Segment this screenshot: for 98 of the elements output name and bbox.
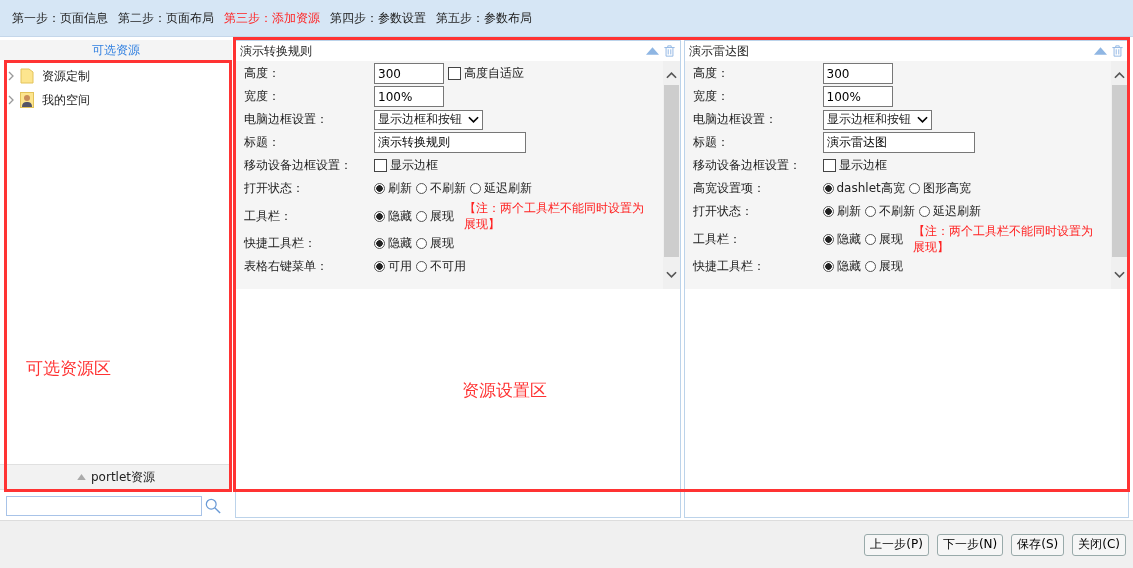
folder-icon bbox=[20, 68, 34, 84]
panel-title: 演示雷达图 bbox=[688, 42, 749, 60]
radio-label: 刷新 bbox=[836, 203, 861, 220]
field-label: 电脑边框设置： bbox=[692, 111, 778, 128]
radio-button[interactable] bbox=[374, 210, 385, 222]
up-triangle-icon bbox=[77, 474, 86, 480]
scroll-up-icon[interactable] bbox=[1114, 71, 1125, 79]
radio-button[interactable] bbox=[822, 206, 834, 217]
step-link[interactable]: 第二步：页面布局 bbox=[118, 9, 214, 27]
field-label: 宽度： bbox=[692, 88, 730, 105]
checkbox[interactable] bbox=[448, 67, 461, 80]
field-label: 快捷工具栏： bbox=[692, 258, 766, 275]
radio-label: 展现 bbox=[878, 258, 903, 275]
action-button[interactable]: 下一步(N) bbox=[936, 533, 1004, 556]
radio-label: 展现 bbox=[430, 207, 454, 225]
radio-label: 不刷新 bbox=[430, 180, 466, 197]
step-link[interactable]: 第四步：参数设置 bbox=[330, 9, 426, 27]
field-label: 标题： bbox=[244, 134, 281, 151]
checkbox-label: 显示边框 bbox=[390, 157, 438, 174]
scroll-down-icon[interactable] bbox=[1114, 271, 1125, 279]
search-icon[interactable] bbox=[205, 498, 221, 514]
radio-label: 可用 bbox=[388, 258, 412, 275]
radio-label: 刷新 bbox=[388, 180, 412, 197]
action-button[interactable]: 上一步(P) bbox=[864, 533, 929, 556]
radio-label: 隐藏 bbox=[836, 230, 861, 248]
radio-button[interactable] bbox=[416, 261, 427, 272]
text-field[interactable]: 300 bbox=[822, 63, 893, 84]
radio-button[interactable] bbox=[470, 183, 481, 194]
tree-item[interactable]: 我的空间 bbox=[8, 88, 90, 112]
field-label: 打开状态： bbox=[244, 180, 305, 197]
radio-button[interactable] bbox=[864, 261, 876, 272]
radio-button[interactable] bbox=[416, 183, 427, 194]
field-label: 工具栏： bbox=[244, 207, 293, 225]
field-label: 宽度： bbox=[244, 88, 281, 105]
field-label: 高度： bbox=[244, 65, 281, 82]
warning-note: 【注：两个工具栏不能同时设置为展现】 bbox=[464, 200, 645, 232]
annotation-label: 可选资源区 bbox=[26, 357, 111, 380]
field-label: 高度： bbox=[692, 65, 730, 82]
annotation-label: 资源设置区 bbox=[462, 379, 547, 402]
step-link[interactable]: 第五步：参数布局 bbox=[436, 9, 532, 27]
radio-label: 延迟刷新 bbox=[484, 180, 532, 197]
text-field[interactable]: 300 bbox=[374, 63, 444, 84]
warning-note: 【注：两个工具栏不能同时设置为展现】 bbox=[912, 223, 1094, 255]
field-label: 工具栏： bbox=[692, 230, 742, 248]
step-link[interactable]: 第一步：页面信息 bbox=[12, 9, 108, 27]
radio-button[interactable] bbox=[374, 238, 385, 249]
scroll-up-icon[interactable] bbox=[665, 71, 677, 79]
radio-label: 隐藏 bbox=[388, 235, 412, 252]
scroll-down-icon[interactable] bbox=[665, 271, 677, 279]
radio-button[interactable] bbox=[822, 183, 834, 194]
radio-label: 不可用 bbox=[430, 258, 466, 275]
field-label: 快捷工具栏： bbox=[244, 235, 317, 252]
field-label: 表格右键菜单： bbox=[244, 258, 329, 275]
scrollbar[interactable] bbox=[662, 61, 680, 289]
radio-label: 展现 bbox=[430, 235, 454, 252]
field-label: 标题： bbox=[692, 134, 730, 151]
checkbox[interactable] bbox=[822, 159, 836, 172]
field-label: 移动设备边框设置： bbox=[244, 157, 353, 174]
user-icon bbox=[20, 92, 34, 108]
radio-label: 展现 bbox=[878, 230, 903, 248]
radio-button[interactable] bbox=[822, 233, 834, 245]
field-label: 高宽设置项： bbox=[692, 180, 766, 197]
radio-button[interactable] bbox=[918, 206, 930, 217]
search-field[interactable] bbox=[6, 496, 202, 516]
radio-label: dashlet高宽 bbox=[836, 180, 905, 197]
text-field[interactable]: 演示雷达图 bbox=[822, 132, 975, 153]
panel-title: 可选资源 bbox=[0, 40, 232, 60]
text-field[interactable]: 100% bbox=[822, 86, 893, 107]
radio-button[interactable] bbox=[416, 238, 427, 249]
radio-button[interactable] bbox=[374, 261, 385, 272]
dropdown[interactable]: 显示边框和按钮 bbox=[822, 109, 932, 130]
chevron-down-icon bbox=[916, 115, 928, 124]
radio-button[interactable] bbox=[864, 233, 876, 245]
text-field[interactable]: 演示转换规则 bbox=[374, 132, 526, 153]
radio-label: 图形高宽 bbox=[922, 180, 971, 197]
panel-title: 演示转换规则 bbox=[240, 42, 312, 60]
tree-item[interactable]: 资源定制 bbox=[8, 64, 90, 88]
radio-button[interactable] bbox=[908, 183, 920, 194]
checkbox-label: 显示边框 bbox=[838, 157, 887, 174]
radio-button[interactable] bbox=[822, 261, 834, 272]
action-button[interactable]: 关闭(C) bbox=[1072, 533, 1126, 556]
portlet-section-header[interactable]: portlet资源 bbox=[0, 464, 232, 490]
dropdown[interactable]: 显示边框和按钮 bbox=[374, 109, 483, 130]
radio-label: 隐藏 bbox=[388, 207, 412, 225]
radio-button[interactable] bbox=[374, 183, 385, 194]
action-button[interactable]: 保存(S) bbox=[1011, 533, 1065, 556]
radio-label: 不刷新 bbox=[878, 203, 915, 220]
field-label: 移动设备边框设置： bbox=[692, 157, 802, 174]
checkbox[interactable] bbox=[374, 159, 387, 172]
radio-label: 延迟刷新 bbox=[932, 203, 981, 220]
field-label: 打开状态： bbox=[692, 203, 754, 220]
chevron-down-icon bbox=[468, 115, 479, 124]
radio-button[interactable] bbox=[416, 210, 427, 222]
text-field[interactable]: 100% bbox=[374, 86, 444, 107]
radio-button[interactable] bbox=[864, 206, 876, 217]
checkbox-label: 高度自适应 bbox=[464, 65, 524, 82]
field-label: 电脑边框设置： bbox=[244, 111, 329, 128]
radio-label: 隐藏 bbox=[836, 258, 861, 275]
